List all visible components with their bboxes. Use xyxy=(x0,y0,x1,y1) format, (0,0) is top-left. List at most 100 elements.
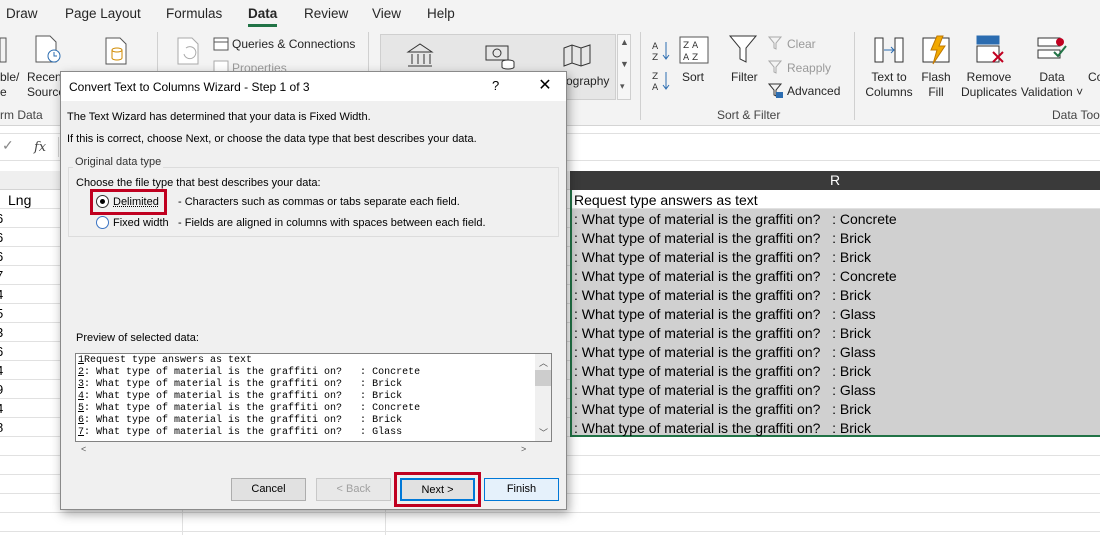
lng-cell[interactable]: 4 xyxy=(0,363,3,378)
fixed-width-description: - Fields are aligned in columns with spa… xyxy=(178,217,486,229)
sort-a-z-icon[interactable]: AZ xyxy=(652,40,672,65)
sort-z-a-icon[interactable]: ZA xyxy=(652,70,672,95)
sort-filter-group-label: Sort & Filter xyxy=(717,108,781,122)
check-icon: ✓ xyxy=(2,137,14,153)
dialog-titlebar[interactable]: Convert Text to Columns Wizard - Step 1 … xyxy=(61,72,566,101)
wizard-instruction-text: If this is correct, choose Next, or choo… xyxy=(67,133,477,145)
data-preview[interactable]: 1Request type answers as text 2: What ty… xyxy=(75,353,552,442)
r-cell[interactable]: : What type of material is the graffiti … xyxy=(574,211,897,227)
sort-button[interactable]: Sort xyxy=(682,70,704,84)
tab-page-layout[interactable]: Page Layout xyxy=(65,6,141,21)
flash-fill-button[interactable]: Flash Fill xyxy=(912,70,960,100)
next-button[interactable]: Next > xyxy=(400,478,475,501)
tab-draw[interactable]: Draw xyxy=(6,6,38,21)
r-cell[interactable]: : What type of material is the graffiti … xyxy=(574,268,897,284)
r-cell[interactable]: : What type of material is the graffiti … xyxy=(574,420,871,436)
data-tools-group-label: Data Tool xyxy=(1052,108,1100,122)
tab-view[interactable]: View xyxy=(372,6,401,21)
lng-cell[interactable]: 6 xyxy=(0,344,3,359)
close-button[interactable]: ✕ xyxy=(529,74,561,98)
r-cell[interactable]: : What type of material is the graffiti … xyxy=(574,325,871,341)
r-cell[interactable]: : What type of material is the graffiti … xyxy=(574,344,876,360)
insert-function-button[interactable]: fx xyxy=(34,140,46,155)
tab-formulas[interactable]: Formulas xyxy=(166,6,222,21)
preview-vertical-scrollbar[interactable]: ︿ ﹀ xyxy=(535,354,551,441)
queries-connections-button[interactable]: Queries & Connections xyxy=(232,37,355,51)
r-header-cell[interactable]: Request type answers as text xyxy=(574,192,758,208)
ribbon-separator xyxy=(640,32,641,120)
r-cell[interactable]: : What type of material is the graffiti … xyxy=(574,382,876,398)
text-to-columns-icon xyxy=(873,34,905,69)
consolidate-button[interactable]: Co xyxy=(1088,70,1100,84)
r-cell[interactable]: : What type of material is the graffiti … xyxy=(574,287,871,303)
fixed-width-radio[interactable] xyxy=(96,216,109,229)
preview-horizontal-scrollbar[interactable]: < > xyxy=(75,442,535,457)
help-button[interactable]: ? xyxy=(492,78,499,93)
geography-button[interactable]: ography xyxy=(566,74,609,88)
lng-cell[interactable]: 6 xyxy=(0,230,3,245)
lng-cell[interactable]: 4 xyxy=(0,287,3,302)
svg-text:Z: Z xyxy=(652,72,658,82)
advanced-filter-icon xyxy=(767,83,784,102)
wizard-intro-text: The Text Wizard has determined that your… xyxy=(67,111,371,123)
gallery-scroll[interactable]: ▲ ▼ ▾ xyxy=(617,34,631,100)
text-to-columns-button[interactable]: Text to Columns xyxy=(862,70,916,100)
currencies-icon xyxy=(484,42,516,73)
formula-divider xyxy=(58,137,59,157)
queries-connections-icon xyxy=(213,37,229,54)
choose-file-type-label: Choose the file type that best describes… xyxy=(76,177,321,189)
delimited-description: - Characters such as commas or tabs sepa… xyxy=(178,196,460,208)
lng-cell[interactable]: 9 xyxy=(0,382,3,397)
reapply-icon xyxy=(767,60,784,77)
tab-review[interactable]: Review xyxy=(304,6,348,21)
remove-duplicates-button[interactable]: Remove Duplicates xyxy=(958,70,1020,100)
lng-cell[interactable]: 5 xyxy=(0,306,3,321)
r-cell[interactable]: : What type of material is the graffiti … xyxy=(574,249,871,265)
tab-data[interactable]: Data xyxy=(248,6,278,27)
preview-line: 1Request type answers as text xyxy=(78,355,253,366)
preview-label: Preview of selected data: xyxy=(76,332,199,344)
lng-header-cell[interactable]: Lng xyxy=(8,192,31,208)
preview-line: 3: What type of material is the graffiti… xyxy=(78,379,403,390)
lng-cell[interactable]: 6 xyxy=(0,211,3,226)
preview-line: 4: What type of material is the graffiti… xyxy=(78,391,403,402)
advanced-button[interactable]: Advanced xyxy=(787,84,840,98)
lng-cell[interactable]: 4 xyxy=(0,401,3,416)
clear-button[interactable]: Clear xyxy=(787,37,816,51)
sort-icon: Z A A Z xyxy=(679,36,709,69)
lng-cell[interactable]: 6 xyxy=(0,249,3,264)
reapply-button[interactable]: Reapply xyxy=(787,61,831,75)
r-cell[interactable]: : What type of material is the graffiti … xyxy=(574,306,876,322)
delimited-radio[interactable] xyxy=(96,195,109,208)
svg-text:Z A: Z A xyxy=(683,41,699,51)
table-icon xyxy=(0,36,8,67)
column-header-r[interactable]: R xyxy=(570,171,1100,190)
text-to-columns-wizard-dialog: Convert Text to Columns Wizard - Step 1 … xyxy=(60,71,567,510)
preview-line: 6: What type of material is the graffiti… xyxy=(78,415,403,426)
gridline xyxy=(0,531,1100,532)
finish-button[interactable]: Finish xyxy=(484,478,559,501)
delimited-label[interactable]: Delimited xyxy=(113,196,159,208)
r-cell[interactable]: : What type of material is the graffiti … xyxy=(574,401,871,417)
group-legend: Original data type xyxy=(73,156,164,168)
filter-button[interactable]: Filter xyxy=(731,70,758,84)
lng-cell[interactable]: 7 xyxy=(0,268,3,283)
ribbon-separator xyxy=(854,32,855,120)
r-cell[interactable]: : What type of material is the graffiti … xyxy=(574,230,871,246)
scrollbar-thumb[interactable] xyxy=(535,370,551,386)
lng-cell[interactable]: 8 xyxy=(0,420,3,435)
tab-help[interactable]: Help xyxy=(427,6,455,21)
svg-text:A: A xyxy=(652,42,659,52)
r-cell[interactable]: : What type of material is the graffiti … xyxy=(574,363,871,379)
lng-cell[interactable]: 3 xyxy=(0,325,3,340)
back-button[interactable]: < Back xyxy=(316,478,391,501)
from-table-button[interactable]: ble/ e xyxy=(0,70,22,100)
recent-sources-icon xyxy=(34,34,62,67)
existing-connections-icon xyxy=(104,36,130,69)
refresh-all-icon xyxy=(176,36,204,69)
svg-text:Z: Z xyxy=(652,53,658,62)
dialog-title: Convert Text to Columns Wizard - Step 1 … xyxy=(69,80,310,94)
fixed-width-label[interactable]: Fixed width xyxy=(113,217,169,229)
cancel-button[interactable]: Cancel xyxy=(231,478,306,501)
data-validation-button[interactable]: Data Validation ˅ xyxy=(1018,70,1086,100)
